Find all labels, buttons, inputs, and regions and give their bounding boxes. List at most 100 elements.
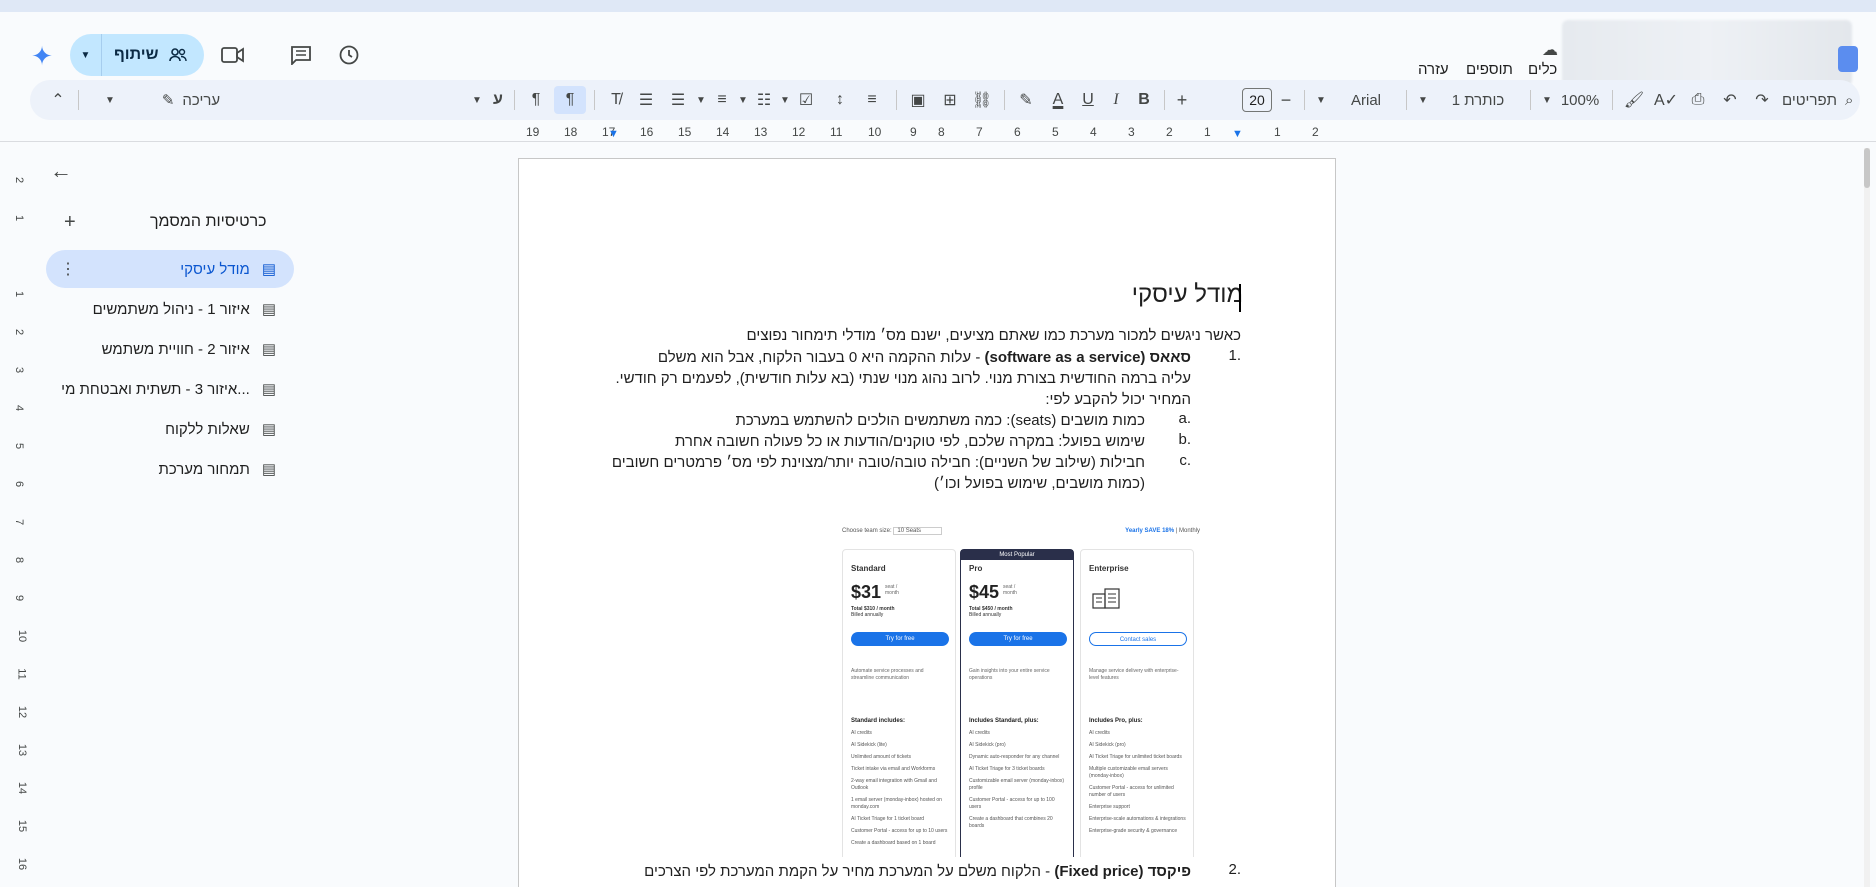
indent-decrease-icon[interactable]: ☰ [632,86,660,114]
intro-paragraph[interactable]: כאשר ניגשים למכור מערכת כמו שאתם מציעים,… [747,325,1241,346]
font-dropdown-icon[interactable]: ▼ [1314,86,1328,114]
ruler-tick: 13 [754,125,768,139]
embedded-pricing-image[interactable]: Choose team size: 10 Seats Yearly SAVE 1… [832,521,1200,857]
menu-help[interactable]: עזרה [1418,61,1449,78]
plan-includes: Standard includes: [851,718,906,724]
list-item-1-line-3[interactable]: המחיר יכול להקבע לפי: [1045,389,1191,410]
tab-label: מודל עיסקי [180,260,250,278]
spellcheck-icon[interactable]: A✓ [1652,86,1680,114]
list-item-1-line-2[interactable]: עליה ברמה החודשית בצורת מנוי. לרוב נהוג … [616,368,1191,389]
sublist-item-c-line-2[interactable]: (כמות מושבים, שימוש בפועל וכו׳) [934,473,1145,494]
scrollbar-thumb[interactable] [1864,148,1870,188]
redo-icon[interactable]: ↷ [1748,86,1776,114]
insert-image-icon[interactable]: ▣ [904,86,932,114]
text-cursor [1239,284,1241,312]
zoom-select[interactable]: 100% [1556,86,1604,114]
history-icon[interactable] [332,38,366,72]
sidebar-tab-client-questions[interactable]: שאלות ללקוח ▤ [46,410,294,448]
share-button[interactable]: ▼ שיתוף [70,34,204,76]
align-right-icon[interactable]: ≡ [858,86,886,114]
document-page[interactable]: מודל עיסקי כאשר ניגשים למכור מערכת כמו ש… [518,158,1336,887]
menu-addons[interactable]: תוספים [1466,61,1513,78]
rtl-paragraph-icon[interactable]: ¶ [554,86,586,114]
vertical-ruler[interactable]: 2 1 1 2 3 4 5 6 7 8 9 10 11 12 13 14 15 … [12,150,30,887]
app-header: ✦ ▼ שיתוף עזרה תוספים כלים ☁ [0,12,1876,86]
italic-icon[interactable]: I [1104,86,1128,114]
list-item-1-text: - עלות ההקמה היא 0 בעבור הלקוח, אבל הוא … [657,349,985,366]
more-options-icon[interactable]: ⋮ [60,259,76,279]
left-indent-marker-icon[interactable]: ▼ [1232,128,1243,140]
ruler-tick: 14 [716,125,730,139]
ltr-paragraph-icon[interactable]: ¶ [522,86,550,114]
numbered-list-icon[interactable]: ≡ [710,86,734,114]
line-spacing-icon[interactable]: ↕ [828,86,852,114]
comment-icon[interactable] [284,38,318,72]
clear-formatting-icon[interactable]: T̸ [602,86,630,114]
collapse-toolbar-icon[interactable]: ⌃ [46,86,70,114]
right-indent-marker-icon[interactable]: ▼ [608,128,619,140]
text-color-icon[interactable]: A [1044,86,1072,114]
plan-price: $31 [851,582,882,602]
list-number: 2. [1228,861,1241,878]
numbered-list-dropdown-icon[interactable]: ▼ [694,86,708,114]
checklist-dropdown-icon[interactable]: ▼ [778,86,792,114]
ruler-tick: 12 [16,705,29,719]
plan-features: AI credits AI Sidekick (pro) Dynamic aut… [969,730,1065,829]
undo-icon[interactable]: ↶ [1716,86,1744,114]
mode-dropdown-icon[interactable]: ▼ [102,86,118,114]
horizontal-ruler[interactable]: 19 18 17 16 15 14 13 12 11 10 9 8 7 6 5 … [518,124,1336,142]
checklist-icon[interactable]: ☑ [794,86,818,114]
sidebar-tab-area-2[interactable]: איזור 2 - חוויית משתמש ▤ [46,330,294,368]
highlight-icon[interactable]: ✎ [1012,86,1040,114]
print-icon[interactable]: ⎙ [1684,86,1712,114]
search-menus-button[interactable]: תפריטים ⌕ [1782,86,1853,114]
meet-icon[interactable] [216,38,250,72]
plan-name: Standard [851,564,886,573]
indent-increase-icon[interactable]: ☰ [664,86,692,114]
sidebar-tab-area-3[interactable]: איזור 3 - תשתית ואבטחת מי... ▤ [46,370,294,408]
editing-mode-label: עריכה [182,91,221,109]
font-family-select[interactable]: Arial [1334,86,1398,114]
gemini-icon[interactable]: ✦ [28,41,56,71]
list-item-2[interactable]: פיקסד (Fixed price) - הלקוח משלם על המער… [644,861,1191,882]
sublist-item-b[interactable]: שימוש בפועל: במקרה שלכם, לפי טוקנים/הודע… [675,431,1145,452]
font-size-input[interactable]: 20 [1242,88,1272,112]
sidebar-tab-area-1[interactable]: איזור 1 - ניהול משתמשים ▤ [46,290,294,328]
insert-link-icon[interactable]: ⛓ [968,86,996,114]
team-size-label: Choose team size: 10 Seats [842,527,943,535]
sidebar-tab-pricing[interactable]: תמחור מערכת ▤ [46,450,294,488]
vertical-scrollbar[interactable] [1864,148,1870,887]
rtl-letter-icon[interactable]: ע [488,86,508,114]
bullet-list-icon[interactable]: ☷ [752,86,776,114]
direction-dropdown-icon[interactable]: ▼ [470,86,484,114]
bullet-list-dropdown-icon[interactable]: ▼ [736,86,750,114]
ruler-tick: 1 [1204,125,1211,139]
font-size-decrease-icon[interactable]: − [1276,86,1296,114]
account-avatar[interactable] [1838,46,1858,72]
share-label: שיתוף [114,46,159,63]
document-heading[interactable]: מודל עיסקי [519,281,1243,309]
add-tab-button[interactable]: + [64,211,76,234]
editing-mode-button[interactable]: ✎ עריכה [148,86,234,114]
underline-icon[interactable]: U [1076,86,1100,114]
font-size-increase-icon[interactable]: + [1172,86,1192,114]
ruler-tick: 7 [13,518,26,526]
zoom-dropdown-icon[interactable]: ▼ [1540,86,1554,114]
paint-format-icon[interactable]: 🖌 [1620,86,1648,114]
ruler-tick: 2 [13,328,26,336]
list-item-1[interactable]: סאאס (software as a service) - עלות ההקמ… [658,347,1191,368]
plan-price: $45 [969,582,1000,602]
ruler-tick: 11 [830,125,843,139]
bold-icon[interactable]: B [1132,86,1156,114]
paragraph-style-select[interactable]: כותרת 1 [1434,86,1522,114]
style-dropdown-icon[interactable]: ▼ [1416,86,1430,114]
back-arrow-icon[interactable]: ← [50,158,72,184]
ruler-tick: 6 [13,480,26,488]
menu-tools[interactable]: כלים [1528,61,1557,78]
add-comment-icon[interactable]: ⊞ [936,86,964,114]
sublist-item-c[interactable]: חבילות (שילוב של השניים): חבילה טובה/טוב… [612,452,1145,473]
sublist-item-a[interactable]: כמות מושבים (seats): כמה משתמשים הולכים … [736,410,1146,431]
chevron-down-icon[interactable]: ▼ [70,34,102,76]
sublist-letter: c. [1179,452,1191,469]
sidebar-tab-business-model[interactable]: ⋮ מודל עיסקי ▤ [46,250,294,288]
